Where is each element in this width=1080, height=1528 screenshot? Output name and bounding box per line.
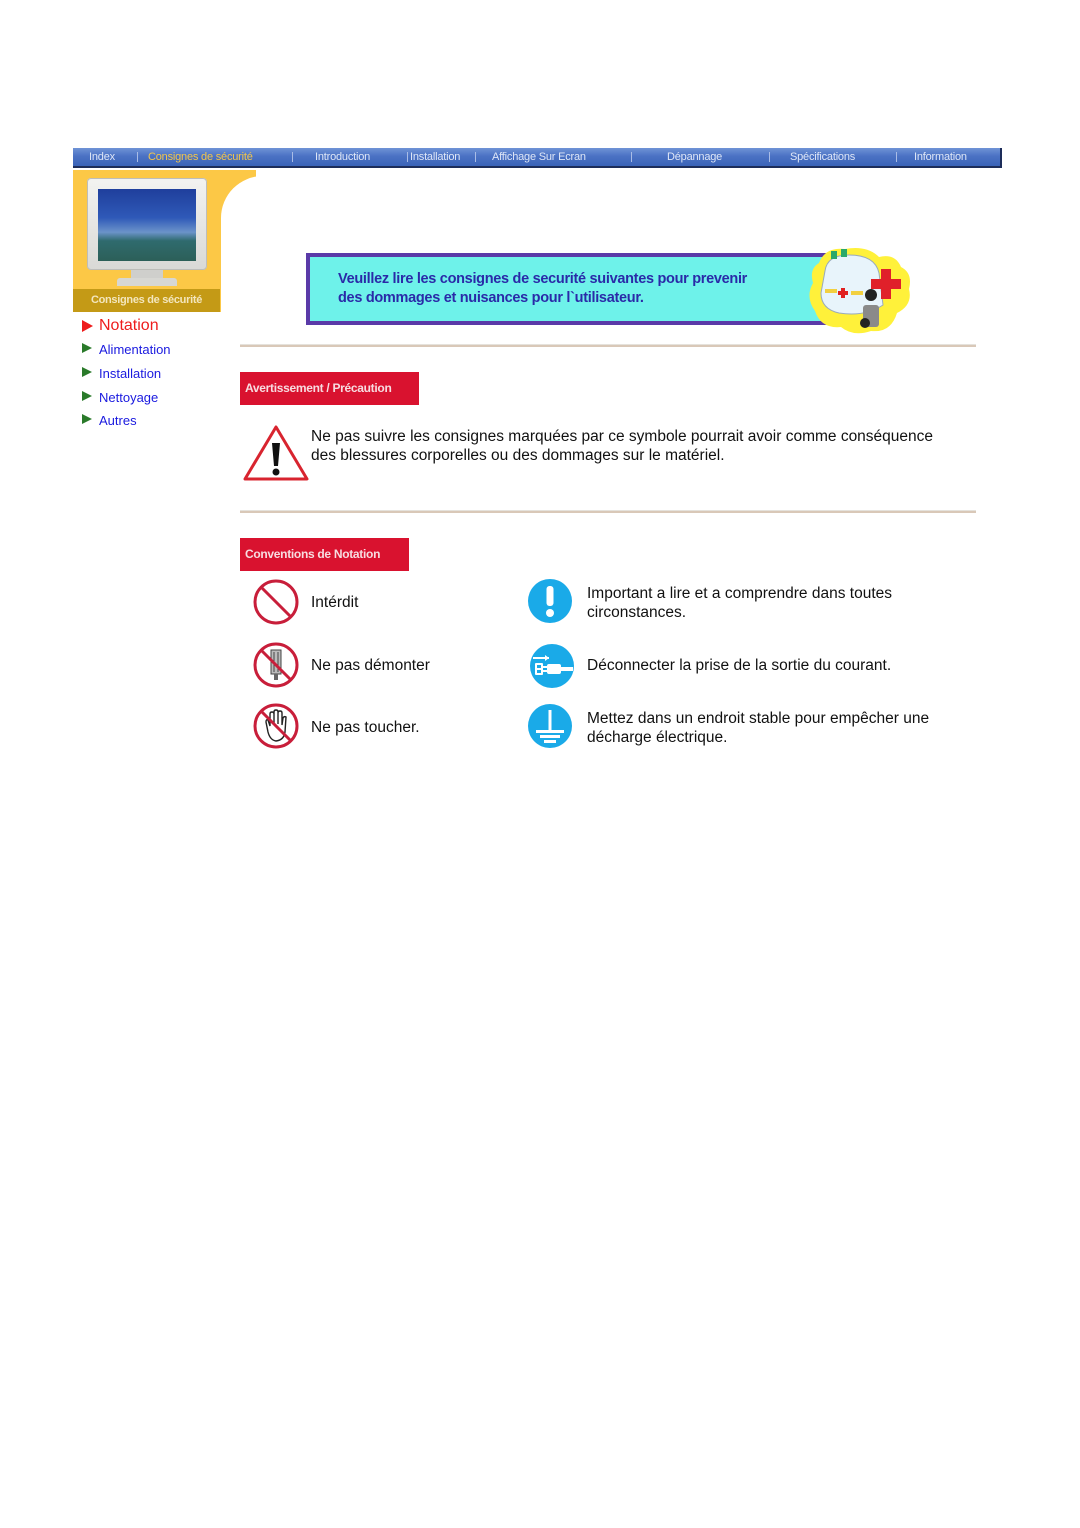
ground-icon xyxy=(528,704,572,748)
banner-label: Consignes de sécurité xyxy=(90,294,203,306)
arrow-right-icon xyxy=(82,367,92,377)
no-touch-icon xyxy=(253,703,299,749)
warning-section-header: Avertissement / Précaution xyxy=(240,372,419,405)
monitor-base xyxy=(117,278,177,286)
notation-label-ground: Mettez dans un endroit stable pour empêc… xyxy=(587,710,930,746)
unplug-icon xyxy=(530,644,574,688)
nav-introduction[interactable]: Introduction xyxy=(315,148,370,166)
nav-separator xyxy=(137,152,138,162)
subnav-label: Alimentation xyxy=(99,342,171,357)
notation-label-unplug: Déconnecter la prise de la sortie du cou… xyxy=(587,657,892,674)
monitor-illustration xyxy=(87,178,207,288)
nav-separator xyxy=(407,152,408,162)
divider xyxy=(240,344,976,347)
warning-description: Ne pas suivre les consignes marquées par… xyxy=(311,428,934,464)
arrow-right-icon xyxy=(82,391,92,401)
notation-label-no-touch: Ne pas toucher. xyxy=(311,719,420,736)
nav-separator xyxy=(475,152,476,162)
top-nav-bar: Index Consignes de sécurité Introduction… xyxy=(73,148,1002,168)
nav-osd[interactable]: Affichage Sur Ecran xyxy=(492,148,586,166)
ambulance-icon xyxy=(809,248,910,334)
monitor-screen xyxy=(98,189,196,261)
banner-curve xyxy=(221,176,281,336)
warning-triangle-icon xyxy=(243,425,309,481)
nav-safety[interactable]: Consignes de sécurité xyxy=(148,148,253,166)
nav-separator xyxy=(896,152,897,162)
nav-information[interactable]: Information xyxy=(914,148,967,166)
notation-section-header: Conventions de Notation xyxy=(240,538,409,571)
section-banner: Consignes de sécurité xyxy=(73,170,281,336)
no-disassembly-icon xyxy=(253,642,299,688)
arrow-right-icon xyxy=(82,320,93,332)
intro-banner: Veuillez lire les consignes de securité … xyxy=(306,253,836,325)
arrow-right-icon xyxy=(82,343,92,353)
notation-label-important: Important a lire et a comprendre dans to… xyxy=(587,585,892,621)
subnav-label: Notation xyxy=(99,317,159,334)
prohibited-icon xyxy=(253,579,299,625)
nav-troubleshooting[interactable]: Dépannage xyxy=(667,148,722,166)
divider xyxy=(240,510,976,513)
arrow-right-icon xyxy=(82,414,92,424)
nav-installation[interactable]: Installation xyxy=(410,148,460,166)
subnav-label: Installation xyxy=(99,366,162,381)
intro-text: Veuillez lire les consignes de securité … xyxy=(338,271,748,306)
nav-separator xyxy=(769,152,770,162)
important-exclamation-icon xyxy=(528,579,572,623)
nav-index[interactable]: Index xyxy=(89,148,115,166)
nav-specifications[interactable]: Spécifications xyxy=(790,148,855,166)
notation-label-no-disassembly: Ne pas démonter xyxy=(311,657,430,674)
monitor-neck xyxy=(131,270,163,278)
notation-label-prohibited: Intérdit xyxy=(311,594,359,611)
subnav-label: Autres xyxy=(99,413,137,428)
nav-separator xyxy=(292,152,293,162)
nav-separator xyxy=(631,152,632,162)
subnav-label: Nettoyage xyxy=(99,390,159,405)
